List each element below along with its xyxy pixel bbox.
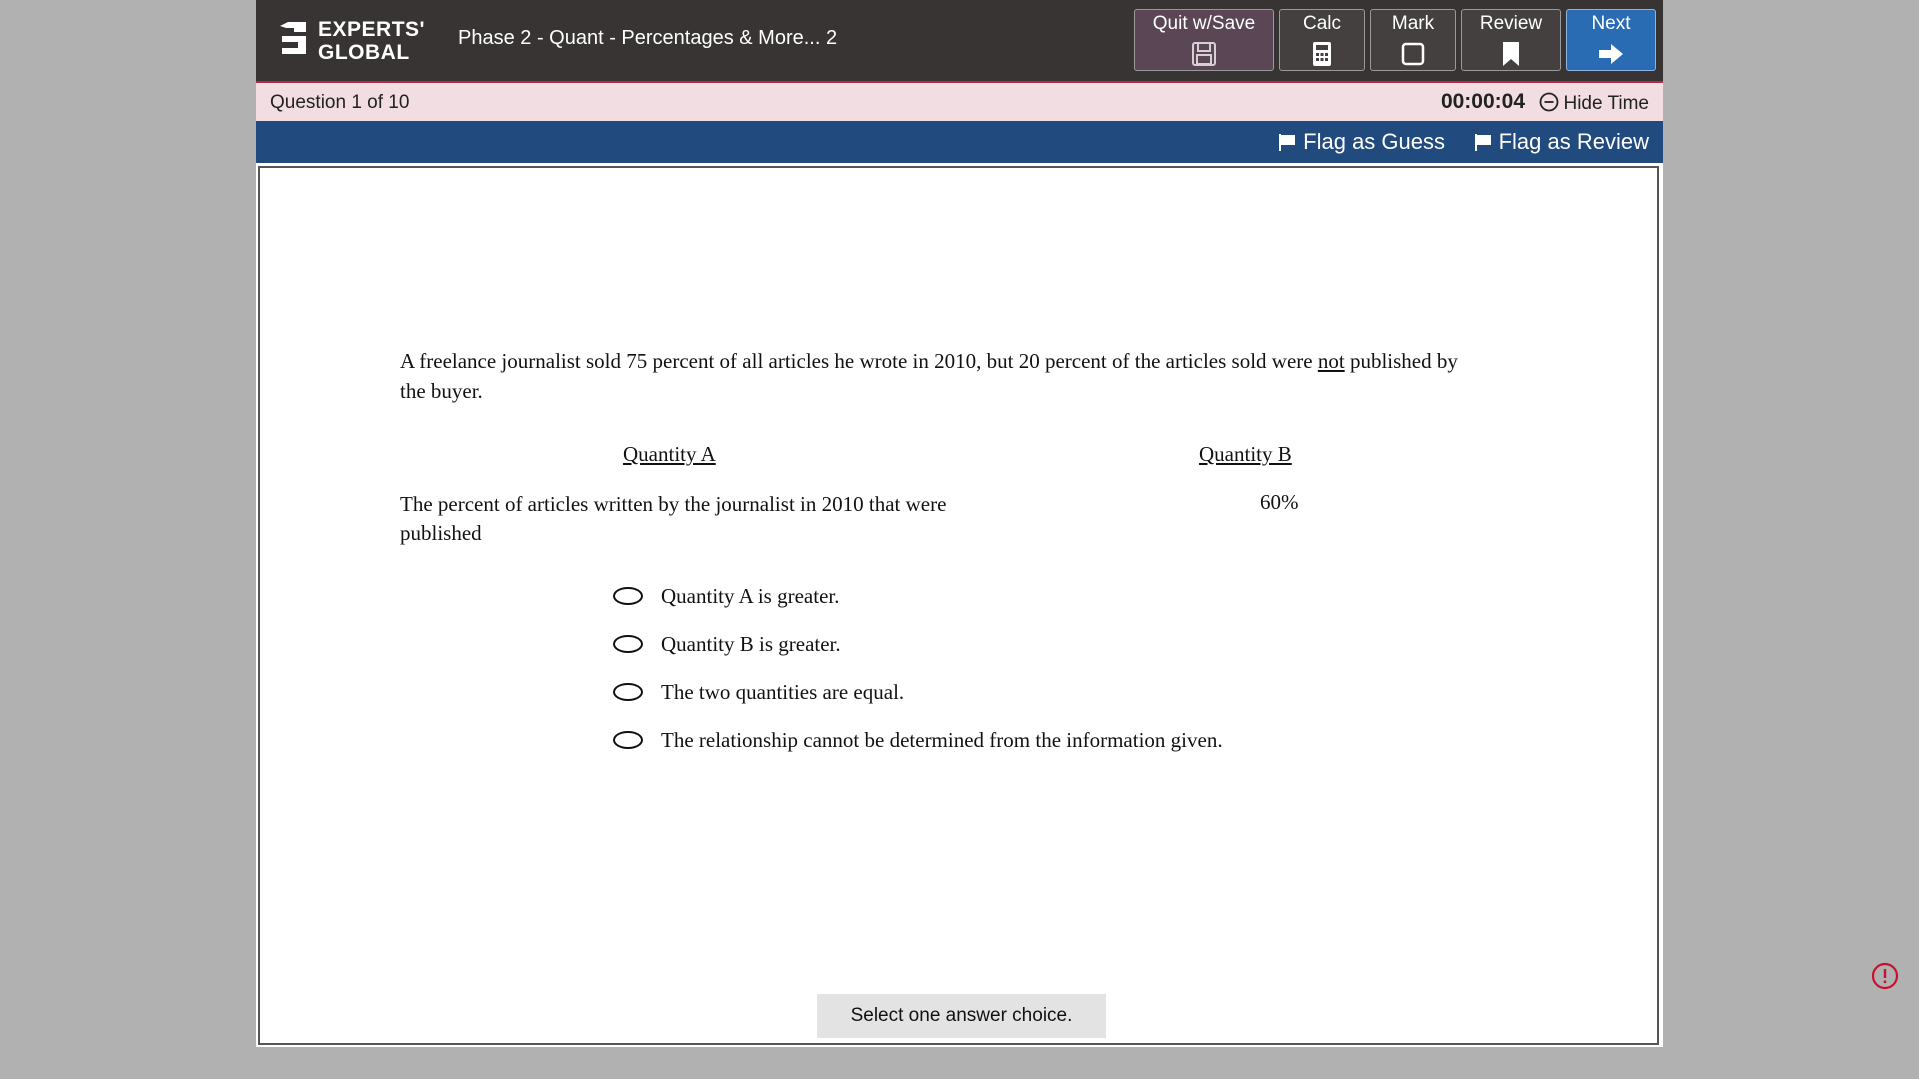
flag-icon [1474, 134, 1491, 151]
next-label: Next [1591, 13, 1631, 34]
answer-choice-a[interactable]: Quantity A is greater. [613, 581, 839, 611]
flag-icon [1279, 134, 1296, 151]
quantity-b-heading: Quantity B [1199, 442, 1292, 466]
arrow-right-icon [1599, 44, 1623, 64]
answer-choice-label: The two quantities are equal. [661, 679, 905, 704]
answer-choice-b[interactable]: Quantity B is greater. [613, 629, 841, 659]
quantity-b-text: 60% [1260, 490, 1299, 514]
question-stem: A freelance journalist sold 75 percent o… [400, 346, 1480, 406]
answer-choice-c[interactable]: The two quantities are equal. [613, 677, 904, 707]
test-title: Phase 2 - Quant - Percentages & More... … [458, 27, 838, 49]
question-status-bar: Question 1 of 10 00:00:04 Hide Time [256, 81, 1663, 121]
question-counter: Question 1 of 10 [270, 92, 410, 113]
experts-global-logo: EXPERTS' GLOBAL [276, 18, 426, 66]
review-label: Review [1479, 13, 1543, 34]
quantity-a-text: The percent of articles written by the j… [400, 492, 947, 545]
quit-save-label: Quit w/Save [1152, 13, 1256, 34]
alert-circle-icon[interactable] [1871, 962, 1899, 990]
radio-button[interactable] [613, 731, 643, 749]
answer-instruction: Select one answer choice. [817, 994, 1106, 1038]
header-bar: EXPERTS' GLOBAL Phase 2 - Quant - Percen… [256, 0, 1663, 81]
calculator-button[interactable]: Calc [1279, 9, 1365, 71]
mark-label: Mark [1391, 13, 1435, 34]
answer-choice-label: Quantity B is greater. [661, 631, 841, 656]
minus-circle-icon [1540, 92, 1559, 112]
save-disk-icon [1192, 42, 1216, 66]
hide-time-label: Hide Time [1563, 93, 1649, 114]
stem-underlined-word: not [1317, 349, 1345, 373]
elapsed-timer: 00:00:04 [1440, 90, 1525, 113]
bookmark-icon [1503, 42, 1519, 66]
calculator-icon [1313, 42, 1331, 66]
answer-choice-label: Quantity A is greater. [661, 583, 840, 608]
next-button[interactable]: Next [1566, 9, 1656, 71]
calc-label: Calc [1302, 13, 1341, 34]
flag-as-guess-label: Flag as Guess [1303, 129, 1445, 154]
checkbox-icon [1401, 42, 1425, 66]
quit-save-button[interactable]: Quit w/Save [1134, 9, 1274, 71]
flag-as-review-button[interactable]: Flag as Review [1473, 129, 1649, 155]
test-window: EXPERTS' GLOBAL Phase 2 - Quant - Percen… [256, 0, 1663, 1047]
flag-as-guess-button[interactable]: Flag as Guess [1277, 129, 1445, 155]
stem-text-start: A freelance journalist sold 75 percent o… [400, 349, 1318, 373]
flag-bar: Flag as Guess Flag as Review [256, 121, 1663, 163]
flag-as-review-label: Flag as Review [1498, 129, 1649, 154]
mark-button[interactable]: Mark [1370, 9, 1456, 71]
radio-button[interactable] [613, 587, 643, 605]
question-content-panel: A freelance journalist sold 75 percent o… [258, 166, 1659, 1045]
logo-mark-icon [280, 22, 306, 54]
radio-button[interactable] [613, 635, 643, 653]
answer-choice-d[interactable]: The relationship cannot be determined fr… [613, 725, 1223, 755]
logo-line-1: EXPERTS' [318, 18, 426, 41]
review-button[interactable]: Review [1461, 9, 1561, 71]
radio-button[interactable] [613, 683, 643, 701]
logo-line-2: GLOBAL [318, 41, 410, 64]
quantity-a-heading: Quantity A [623, 442, 716, 466]
answer-choice-label: The relationship cannot be determined fr… [661, 727, 1223, 752]
hide-time-button[interactable]: Hide Time [1539, 92, 1649, 115]
logo-wordmark: EXPERTS' GLOBAL [318, 18, 425, 64]
